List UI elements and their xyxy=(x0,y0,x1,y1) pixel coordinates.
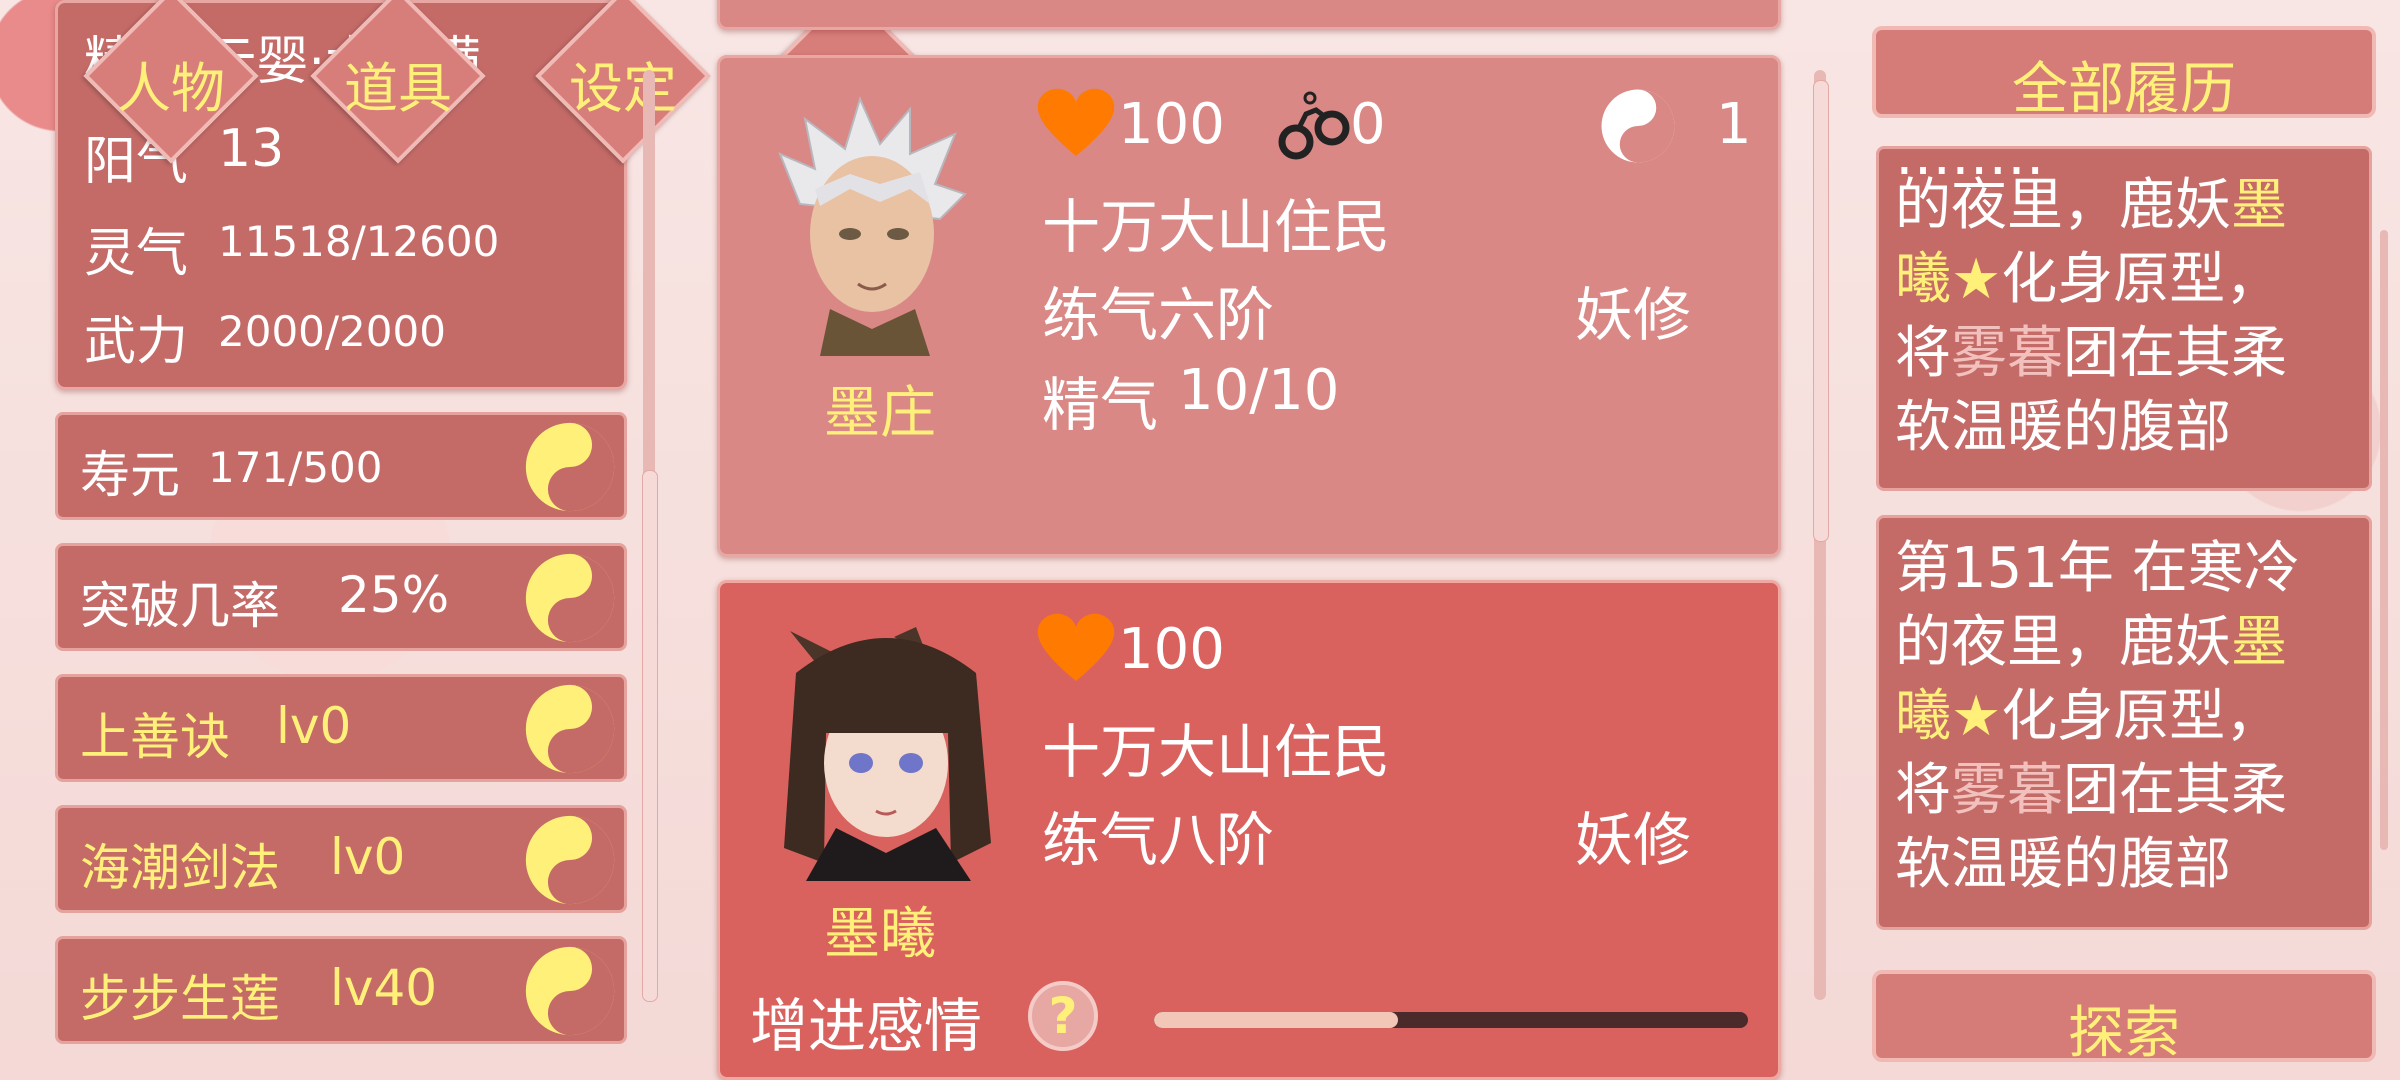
yinyang-value: 1 xyxy=(1716,92,1752,157)
history-entry: 第151年 在寒冷 的夜里，鹿妖墨 曦★化身原型， 将雾暮团在其柔 软温暖的腹部 xyxy=(1876,515,2372,930)
all-history-button[interactable]: 全部履历 xyxy=(1872,26,2376,122)
character-type: 妖修 xyxy=(1575,806,1692,874)
skill-label: 上善诀 xyxy=(80,708,230,766)
history-name-highlight: 雾暮 xyxy=(1951,321,2063,386)
yang-value: 13 xyxy=(218,119,285,179)
history-text: 软温暖的腹部 xyxy=(1895,395,2231,460)
history-text: 将 xyxy=(1895,758,1951,823)
affection-value: 100 xyxy=(1118,92,1225,157)
yin-yang-icon[interactable] xyxy=(524,683,616,775)
history-text: 团在其柔 xyxy=(2063,758,2287,823)
tab-items[interactable]: 道具 xyxy=(310,0,486,164)
character-realm: 练气六阶 xyxy=(1042,281,1275,349)
previous-card-edge xyxy=(717,0,1781,30)
history-text: 的夜里，鹿妖 xyxy=(1895,173,2231,238)
skill-level: lv40 xyxy=(330,959,438,1017)
history-name-highlight: 雾暮 xyxy=(1951,758,2063,823)
action-label: 增进感情 xyxy=(750,992,983,1060)
character-card[interactable]: 墨庄 100 0 1 十万大山住民 练气六阶 妖修 精气 10/10 xyxy=(717,55,1781,557)
heart-icon xyxy=(1037,613,1115,681)
right-scrollbar[interactable] xyxy=(2380,230,2388,850)
yin-yang-icon[interactable] xyxy=(524,421,616,513)
ling-label: 灵气 xyxy=(84,224,189,284)
skill-label: 步步生莲 xyxy=(80,970,280,1028)
wu-value: 2000/2000 xyxy=(218,307,446,356)
yin-yang-icon[interactable] xyxy=(524,945,616,1037)
stat-row-lifespan[interactable]: 寿元 171/500 xyxy=(55,412,627,520)
yin-yang-icon[interactable] xyxy=(1600,88,1676,164)
left-scrollbar-thumb[interactable] xyxy=(642,470,658,1002)
history-text: 将 xyxy=(1895,321,1951,386)
character-portrait xyxy=(778,96,967,356)
character-name: 墨庄 xyxy=(824,381,936,446)
history-text: 第151年 在寒冷 xyxy=(1895,536,2300,601)
character-type: 妖修 xyxy=(1575,281,1692,349)
stat-row-skill-haichao[interactable]: 海潮剑法 lv0 xyxy=(55,805,627,913)
character-realm: 练气八阶 xyxy=(1042,806,1275,874)
skill-label: 海潮剑法 xyxy=(80,839,280,897)
all-history-label: 全部履历 xyxy=(2012,57,2236,122)
ling-value: 11518/12600 xyxy=(218,217,500,266)
history-text: 的夜里，鹿妖 xyxy=(1895,610,2231,675)
character-origin: 十万大山住民 xyxy=(1042,193,1391,261)
tab-settings-label: 设定 xyxy=(569,57,677,120)
history-text: 化身原型， xyxy=(2001,247,2282,312)
essence-value: 10/10 xyxy=(1178,358,1340,423)
yin-yang-icon[interactable] xyxy=(524,814,616,906)
handcuffs-icon xyxy=(1278,91,1350,160)
essence-label: 精气 xyxy=(1042,371,1159,439)
skill-level: lv0 xyxy=(276,697,352,755)
tab-character-label: 人物 xyxy=(117,57,225,120)
character-portrait xyxy=(784,627,991,881)
character-name: 墨曦 xyxy=(824,902,936,967)
affection-value: 100 xyxy=(1118,617,1225,682)
history-text: 软温暖的腹部 xyxy=(1895,832,2231,897)
wu-label: 武力 xyxy=(84,312,189,372)
stat-value: 25% xyxy=(338,566,450,624)
yin-yang-icon[interactable] xyxy=(524,552,616,644)
tab-items-label: 道具 xyxy=(344,57,452,120)
history-name-highlight: 墨 xyxy=(2231,610,2287,675)
help-button[interactable]: ? xyxy=(1028,981,1098,1051)
explore-button[interactable]: 探索 xyxy=(1872,970,2376,1066)
history-text: 化身原型， xyxy=(2001,684,2282,749)
stat-label: 寿元 xyxy=(80,446,180,504)
affection-progress-fill xyxy=(1154,1012,1398,1028)
tab-character[interactable]: 人物 xyxy=(83,0,259,164)
heart-icon xyxy=(1037,88,1115,156)
affection-progress-bar[interactable] xyxy=(1154,1012,1748,1028)
skill-level: lv0 xyxy=(330,828,406,886)
stat-row-breakthrough[interactable]: 突破几率 25% xyxy=(55,543,627,651)
character-origin: 十万大山住民 xyxy=(1042,718,1391,786)
history-entry: ‥‥‥‥ 的夜里，鹿妖墨 曦★化身原型， 将雾暮团在其柔 软温暖的腹部 xyxy=(1876,146,2372,491)
history-name-highlight: 曦★ xyxy=(1895,684,2002,749)
history-name-highlight: 曦★ xyxy=(1895,247,2002,312)
stat-row-skill-shangshan[interactable]: 上善诀 lv0 xyxy=(55,674,627,782)
bond-value: 0 xyxy=(1350,92,1386,157)
history-text: 团在其柔 xyxy=(2063,321,2287,386)
explore-label: 探索 xyxy=(2068,1001,2180,1066)
stat-label: 突破几率 xyxy=(80,577,280,635)
middle-scrollbar-thumb[interactable] xyxy=(1813,80,1829,542)
stat-row-skill-bubu[interactable]: 步步生莲 lv40 xyxy=(55,936,627,1044)
help-icon: ? xyxy=(1048,987,1078,1045)
history-name-highlight: 墨 xyxy=(2231,173,2287,238)
stat-value: 171/500 xyxy=(208,443,383,492)
character-card-selected[interactable]: 墨曦 100 十万大山住民 练气八阶 妖修 增进感情 ? xyxy=(717,580,1781,1080)
